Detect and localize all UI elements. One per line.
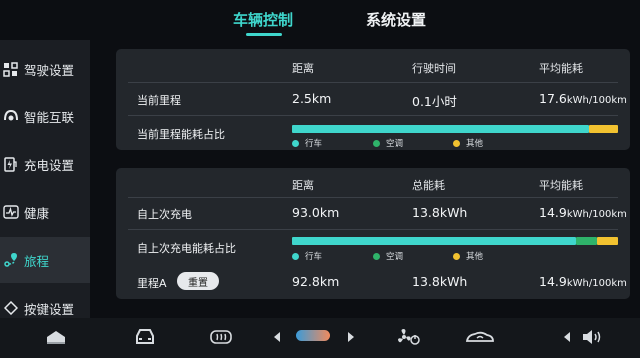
tab-vehicle-control[interactable]: 车辆控制: [233, 9, 293, 30]
since-charge-label: 自上次充电: [137, 208, 192, 221]
value: 14.9: [539, 205, 567, 220]
sidebar-item-smart-connect[interactable]: 智能互联: [0, 93, 90, 139]
top-tab-bar: 车辆控制 系统设置: [0, 0, 640, 38]
current-trip-share-label: 当前里程能耗占比: [137, 128, 225, 141]
unit: kWh/100km: [566, 95, 627, 106]
trip-a-label: 里程A: [137, 277, 167, 290]
current-trip-distance: 2.5km: [292, 91, 332, 106]
legend-other: 其他: [453, 250, 483, 262]
legend-ac: 空调: [373, 250, 403, 262]
rear-defrost-icon[interactable]: [208, 326, 234, 348]
since-charge-share-label: 自上次充电能耗占比: [137, 242, 236, 255]
sidebar-item-charge-settings[interactable]: 充电设置: [0, 141, 90, 187]
legend-label: 其他: [466, 252, 484, 262]
header-distance: 距离: [292, 179, 314, 192]
unit: kWh/100km: [566, 278, 627, 289]
share-bar-driving: [292, 125, 589, 133]
share-bar-driving: [292, 237, 576, 245]
car-icon[interactable]: [132, 326, 158, 348]
connect-icon: [2, 108, 19, 125]
value: 17.6: [539, 91, 567, 106]
dot: [292, 252, 299, 260]
bottom-dock: [0, 318, 640, 358]
fan-decrease-icon[interactable]: [272, 326, 282, 348]
sidebar-item-label: 旅程: [24, 253, 50, 269]
unit: kWh/100km: [566, 209, 627, 220]
fan-increase-icon[interactable]: [346, 326, 356, 348]
dot: [373, 252, 380, 260]
dot: [453, 139, 460, 147]
current-trip-drive-time: 0.1小时: [412, 94, 457, 109]
charge-icon: [2, 156, 19, 173]
sidebar-item-driving-settings[interactable]: 驾驶设置: [0, 46, 90, 92]
legend-driving: 行车: [292, 250, 322, 262]
divider: [128, 229, 618, 230]
key-icon: [2, 300, 19, 317]
legend-other: 其他: [453, 137, 483, 149]
legend-label: 行车: [305, 252, 323, 262]
active-tab-indicator: [246, 33, 282, 36]
legend-label: 空调: [386, 139, 404, 149]
legend-driving: 行车: [292, 137, 322, 149]
sidebar-item-health[interactable]: 健康: [0, 189, 90, 235]
divider: [128, 197, 618, 198]
trip-a-avg-consumption: 14.9kWh/100km: [539, 274, 627, 289]
header-avg-consumption: 平均能耗: [539, 62, 583, 75]
trip-a-distance: 92.8km: [292, 274, 340, 289]
car-recirculation-icon[interactable]: [465, 326, 495, 348]
fan-power-icon[interactable]: [395, 326, 421, 348]
since-charge-distance: 93.0km: [292, 205, 340, 220]
header-drive-time: 行驶时间: [412, 62, 456, 75]
driving-icon: [2, 61, 19, 78]
value: 14.9: [539, 274, 567, 289]
health-icon: [2, 204, 19, 221]
tab-system-settings[interactable]: 系统设置: [366, 9, 426, 30]
header-avg-consumption: 平均能耗: [539, 179, 583, 192]
header-total-energy: 总能耗: [412, 179, 445, 192]
sidebar-item-label: 智能互联: [24, 109, 75, 125]
sidebar-item-label: 充电设置: [24, 157, 75, 173]
volume-decrease-icon[interactable]: [562, 326, 572, 348]
header-distance: 距离: [292, 62, 314, 75]
share-bar-other: [597, 237, 618, 245]
share-bar-ac: [576, 237, 597, 245]
dot: [453, 252, 460, 260]
sidebar-item-trip[interactable]: 旅程: [0, 237, 90, 283]
fan-speed-slider[interactable]: [296, 330, 330, 341]
legend-label: 空调: [386, 252, 404, 262]
legend-ac: 空调: [373, 137, 403, 149]
legend-label: 其他: [466, 139, 484, 149]
since-charge-card: 距离 总能耗 平均能耗 自上次充电 93.0km 13.8kWh 14.9kWh…: [116, 168, 630, 299]
since-charge-avg-consumption: 14.9kWh/100km: [539, 205, 627, 220]
sidebar-item-label: 驾驶设置: [24, 62, 75, 78]
trip-icon: [2, 252, 19, 269]
volume-icon[interactable]: [580, 326, 604, 348]
current-trip-label: 当前里程: [137, 94, 181, 107]
divider: [128, 82, 618, 83]
legend-label: 行车: [305, 139, 323, 149]
current-trip-card: 距离 行驶时间 平均能耗 当前里程 2.5km 0.1小时 17.6kWh/10…: [116, 49, 630, 150]
sidebar-item-label: 健康: [24, 205, 50, 221]
sidebar: 驾驶设置 智能互联 充电设置 健康 旅程 按键设置: [0, 40, 90, 318]
home-icon[interactable]: [44, 326, 68, 348]
since-charge-total-energy: 13.8kWh: [412, 205, 468, 220]
reset-button[interactable]: 重置: [177, 272, 219, 290]
share-bar-other: [589, 125, 618, 133]
sidebar-item-label: 按键设置: [24, 301, 75, 317]
divider: [128, 115, 618, 116]
trip-a-energy: 13.8kWh: [412, 274, 468, 289]
dot: [292, 139, 299, 147]
dot: [373, 139, 380, 147]
current-trip-avg-consumption: 17.6kWh/100km: [539, 91, 627, 106]
